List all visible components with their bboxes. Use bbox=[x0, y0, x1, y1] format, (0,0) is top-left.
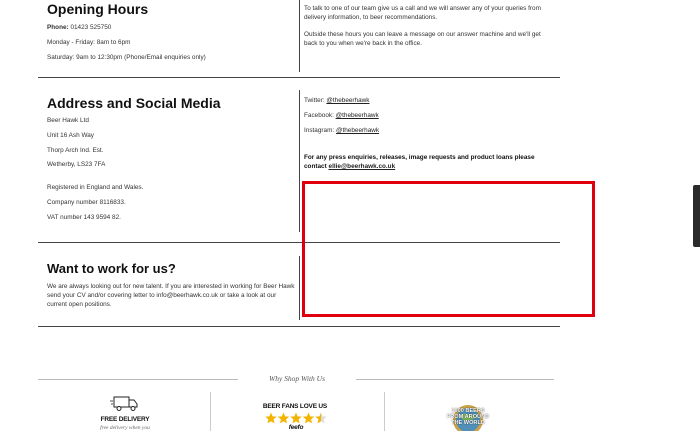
beer-fans-title: BEER FANS LOVE US bbox=[262, 403, 328, 410]
star-icon bbox=[315, 412, 327, 424]
twitter-label: Twitter: bbox=[304, 97, 325, 104]
after-hours-text: Outside these hours you can leave a mess… bbox=[304, 31, 541, 47]
company-number: Company number 8116833. bbox=[47, 199, 126, 206]
vat-number: VAT number 143 9594 82. bbox=[47, 214, 121, 221]
opening-hours-title: Opening Hours bbox=[47, 1, 149, 17]
address-line: Beer Hawk Ltd bbox=[47, 117, 89, 124]
highlight-box bbox=[302, 181, 595, 317]
address-line: Unit 16 Ash Way bbox=[47, 132, 95, 139]
beers-line-3: THE WORLD bbox=[451, 420, 485, 426]
phone-label: Phone: bbox=[47, 24, 69, 31]
instagram-link[interactable]: @thebeerhawk bbox=[336, 127, 379, 134]
facebook-link[interactable]: @thebeerhawk bbox=[336, 112, 379, 119]
why-divider-left bbox=[38, 379, 238, 380]
rating-stars bbox=[265, 411, 327, 424]
phone-number[interactable]: 01423 525750 bbox=[70, 24, 111, 31]
registered-text: Registered in England and Wales. bbox=[47, 184, 144, 191]
press-email-link[interactable]: ellie@beerhawk.co.uk bbox=[329, 163, 396, 170]
free-delivery-subtitle: free delivery when you bbox=[100, 425, 150, 431]
facebook-label: Facebook: bbox=[304, 112, 334, 119]
feefo-logo: feefo bbox=[288, 424, 304, 431]
section-divider bbox=[38, 77, 560, 78]
call-info-text: To talk to one of our team give us a cal… bbox=[304, 5, 541, 21]
why-divider-right bbox=[356, 379, 554, 380]
column-divider bbox=[299, 256, 300, 320]
delivery-van-icon bbox=[110, 395, 140, 413]
feedback-tab[interactable] bbox=[693, 185, 700, 247]
address-line: Wetherby, LS23 7FA bbox=[47, 161, 106, 168]
instagram-line: Instagram: @thebeerhawk bbox=[304, 126, 379, 135]
star-icon bbox=[277, 412, 290, 424]
saturday-hours: Saturday: 9am to 12:30pm (Phone/Email en… bbox=[47, 54, 206, 61]
star-icon bbox=[265, 412, 277, 424]
work-title: Want to work for us? bbox=[47, 261, 176, 276]
feature-divider bbox=[210, 392, 211, 431]
address-line: Thorp Arch Ind. Est. bbox=[47, 147, 104, 154]
star-icon bbox=[290, 412, 302, 424]
why-shop-heading: Why Shop With Us bbox=[268, 374, 326, 383]
address-title: Address and Social Media bbox=[47, 95, 221, 111]
twitter-line: Twitter: @thebeerhawk bbox=[304, 96, 369, 105]
facebook-line: Facebook: @thebeerhawk bbox=[304, 111, 379, 120]
twitter-link[interactable]: @thebeerhawk bbox=[326, 97, 369, 104]
work-text: We are always looking out for new talent… bbox=[47, 283, 295, 308]
feature-divider bbox=[384, 392, 385, 431]
press-enquiries: For any press enquiries, releases, image… bbox=[304, 153, 549, 171]
column-divider bbox=[299, 0, 300, 72]
phone-line: Phone: 01423 525750 bbox=[47, 23, 111, 32]
beers-badge-text: 1000 BEERS FROM AROUND THE WORLD bbox=[446, 408, 490, 426]
column-divider bbox=[299, 90, 300, 232]
instagram-label: Instagram: bbox=[304, 127, 335, 134]
free-delivery-title: FREE DELIVERY bbox=[100, 416, 150, 423]
weekday-hours: Monday - Friday: 8am to 6pm bbox=[47, 39, 131, 46]
section-divider bbox=[38, 326, 560, 327]
star-icon bbox=[302, 412, 315, 424]
